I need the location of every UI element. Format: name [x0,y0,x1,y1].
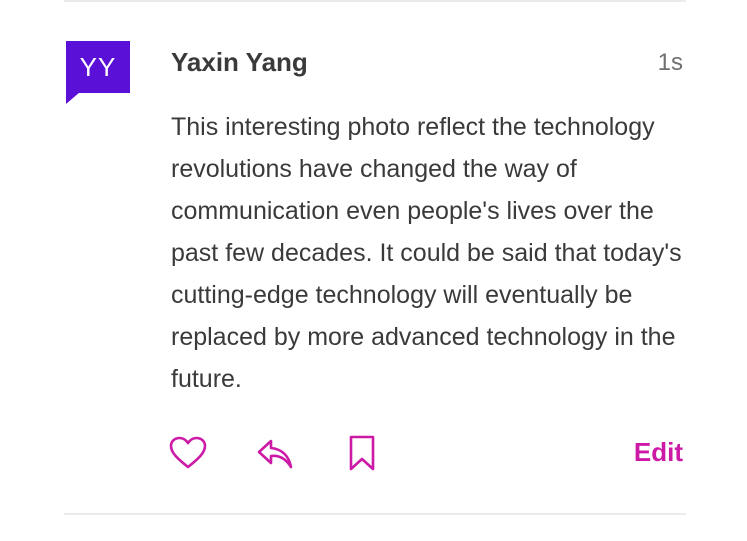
reply-button[interactable] [255,431,295,475]
top-divider [64,0,686,2]
like-button[interactable] [168,431,208,475]
edit-button[interactable]: Edit [634,434,683,470]
avatar-speech-tail [66,92,80,104]
reply-arrow-icon [257,439,293,469]
comment-actions [168,431,382,475]
bookmark-button[interactable] [342,431,382,475]
author-name[interactable]: Yaxin Yang [171,44,308,80]
bottom-divider [64,513,686,515]
bookmark-icon [349,435,375,471]
avatar-initials: YY [66,41,130,93]
comment-body: This interesting photo reflect the techn… [171,113,682,393]
heart-icon [169,436,207,469]
avatar[interactable]: YY [66,41,130,105]
timestamp: 1s [657,49,683,76]
comment-card: YY Yaxin Yang 1s This interesting photo … [0,0,747,541]
